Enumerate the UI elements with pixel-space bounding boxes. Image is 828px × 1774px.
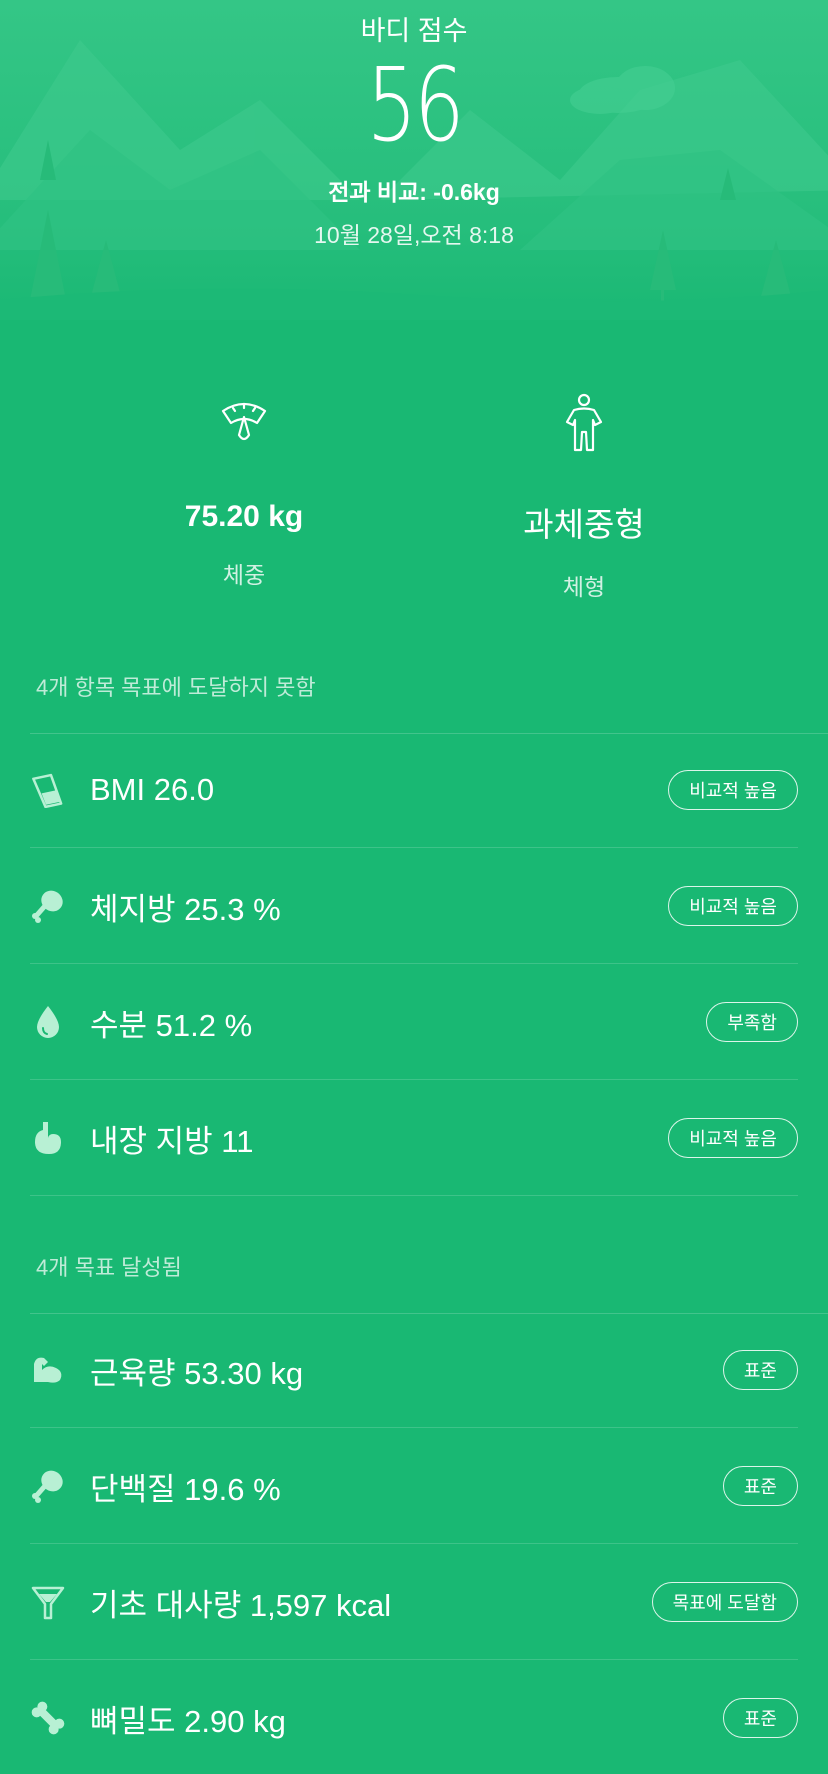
list-item-muscle[interactable]: 근육량 53.30 kg 표준 — [30, 1312, 798, 1428]
met-section-title: 4개 목표 달성됨 — [36, 1255, 182, 1280]
body-type-value: 과체중형 — [523, 506, 645, 543]
status-badge: 표준 — [722, 1698, 798, 1738]
muscle-arm-icon — [34, 1357, 62, 1383]
body-type-label: 체형 — [562, 574, 606, 600]
weight-summary[interactable]: 75.20 kg 체중 — [94, 390, 394, 590]
drumstick-icon — [32, 890, 63, 923]
status-badge: 비교적 높음 — [668, 886, 798, 926]
item-label: 수분 51.2 % — [90, 1007, 253, 1043]
status-badge: 목표에 도달함 — [651, 1582, 798, 1622]
body-score-value: 56 — [366, 46, 464, 165]
funnel-icon — [31, 1586, 65, 1620]
status-badge: 비교적 높음 — [668, 1118, 798, 1158]
list-item-visceral-fat[interactable]: 내장 지방 11 비교적 높음 — [30, 1080, 798, 1196]
measure-datetime: 10월 28일,오전 8:18 — [314, 222, 514, 248]
list-item-bone-density[interactable]: 뼈밀도 2.90 kg 표준 — [30, 1660, 798, 1774]
item-label: 체지방 25.3 % — [90, 891, 281, 927]
status-badge: 표준 — [722, 1350, 798, 1390]
list-item-water[interactable]: 수분 51.2 % 부족함 — [30, 964, 798, 1080]
score-header: 바디 점수 56 전과 비교: -0.6kg 10월 28일,오전 8:18 — [0, 0, 828, 320]
status-badge: 표준 — [722, 1466, 798, 1506]
summary-panel: 75.20 kg 체중 과체중형 체형 — [0, 390, 828, 600]
list-item-bmi[interactable]: BMI 26.0 비교적 높음 — [30, 732, 798, 848]
item-label: 기초 대사량 1,597 kcal — [90, 1587, 392, 1623]
scale-icon — [221, 402, 267, 441]
row-divider — [30, 1195, 798, 1196]
item-label: 단백질 19.6 % — [90, 1471, 281, 1507]
item-label: 뼈밀도 2.90 kg — [90, 1703, 286, 1739]
weight-compare: 전과 비교: -0.6kg — [328, 179, 500, 205]
item-label: 내장 지방 11 — [90, 1123, 254, 1159]
status-badge: 비교적 높음 — [668, 770, 798, 810]
list-item-bmr[interactable]: 기초 대사량 1,597 kcal 목표에 도달함 — [30, 1544, 798, 1660]
stomach-icon — [35, 1122, 61, 1154]
item-label: BMI 26.0 — [90, 772, 215, 807]
item-label: 근육량 53.30 kg — [90, 1355, 304, 1391]
weight-label: 체중 — [222, 562, 266, 588]
cup-icon — [32, 773, 63, 808]
score-title: 바디 점수 — [360, 16, 468, 46]
unmet-section-title: 4개 항목 목표에 도달하지 못함 — [36, 675, 316, 700]
status-badge: 부족함 — [706, 1002, 798, 1042]
list-item-protein[interactable]: 단백질 19.6 % 표준 — [30, 1428, 798, 1544]
body-score-screen: 바디 점수 56 전과 비교: -0.6kg 10월 28일,오전 8:18 7… — [0, 0, 828, 1774]
drumstick-icon — [32, 1470, 63, 1503]
water-drop-icon — [37, 1006, 59, 1038]
bone-icon — [31, 1701, 65, 1735]
body-type-summary[interactable]: 과체중형 체형 — [434, 390, 734, 602]
list-item-body-fat[interactable]: 체지방 25.3 % 비교적 높음 — [30, 848, 798, 964]
person-icon — [565, 393, 603, 452]
weight-value: 75.20 kg — [184, 500, 304, 533]
